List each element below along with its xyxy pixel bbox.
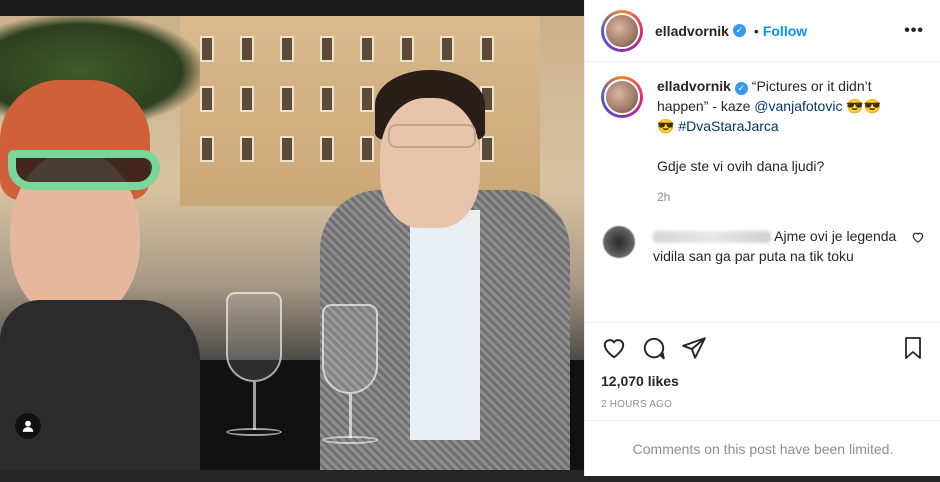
caption-text: elladvornik ✓ “Pictures or it didn’t happ… xyxy=(657,76,925,176)
post-actions: 12,070 likes 2 HOURS AGO xyxy=(585,322,940,410)
save-icon[interactable] xyxy=(901,335,925,361)
caption-question: Gdje ste vi ovih dana ljudi? xyxy=(657,158,825,174)
author-avatar[interactable] xyxy=(601,9,643,52)
comment-icon[interactable] xyxy=(641,335,667,361)
post-sidebar: elladvornik ✓ • Follow ••• elladvornik ✓ … xyxy=(584,0,940,476)
share-icon[interactable] xyxy=(681,335,707,361)
comments-limited-notice: Comments on this post have been limited. xyxy=(585,420,940,476)
comment-like-icon[interactable] xyxy=(911,230,925,244)
commenter-username-blurred[interactable] xyxy=(653,231,771,244)
verified-badge-icon: ✓ xyxy=(732,24,746,37)
caption-emoji-2: 😎 xyxy=(657,118,679,134)
tagged-users-icon[interactable] xyxy=(14,412,42,440)
comment-text: Ajme ovi je legenda vidila san ga par pu… xyxy=(653,226,911,266)
separator-dot: • xyxy=(753,22,759,39)
post-header: elladvornik ✓ • Follow ••• xyxy=(585,0,940,62)
photo-top-edge xyxy=(0,0,584,16)
post-modal: elladvornik ✓ • Follow ••• elladvornik ✓ … xyxy=(0,0,940,482)
like-icon[interactable] xyxy=(601,335,627,361)
caption-avatar[interactable] xyxy=(601,76,643,118)
caption-verified-icon: ✓ xyxy=(734,81,748,95)
more-options-icon[interactable]: ••• xyxy=(904,22,924,40)
caption: elladvornik ✓ “Pictures or it didn’t happ… xyxy=(601,76,925,176)
follow-button[interactable]: Follow xyxy=(763,23,807,39)
caption-emoji-1: 😎😎 xyxy=(842,98,882,114)
post-photo[interactable] xyxy=(0,0,584,470)
caption-username[interactable]: elladvornik xyxy=(657,78,731,94)
photo-person-right xyxy=(320,70,570,470)
comments-section: elladvornik ✓ “Pictures or it didn’t happ… xyxy=(585,76,940,266)
commenter-avatar[interactable] xyxy=(603,226,635,258)
caption-time[interactable]: 2h xyxy=(657,190,925,204)
action-icons xyxy=(601,335,925,361)
author-username[interactable]: elladvornik xyxy=(655,23,729,39)
likes-count[interactable]: 12,070 likes xyxy=(601,373,925,389)
caption-mention[interactable]: @vanjafotovic xyxy=(754,98,842,114)
post-timestamp[interactable]: 2 HOURS AGO xyxy=(601,399,925,410)
comment-item: Ajme ovi je legenda vidila san ga par pu… xyxy=(601,226,925,266)
caption-hashtag[interactable]: #DvaStaraJarca xyxy=(678,118,778,134)
